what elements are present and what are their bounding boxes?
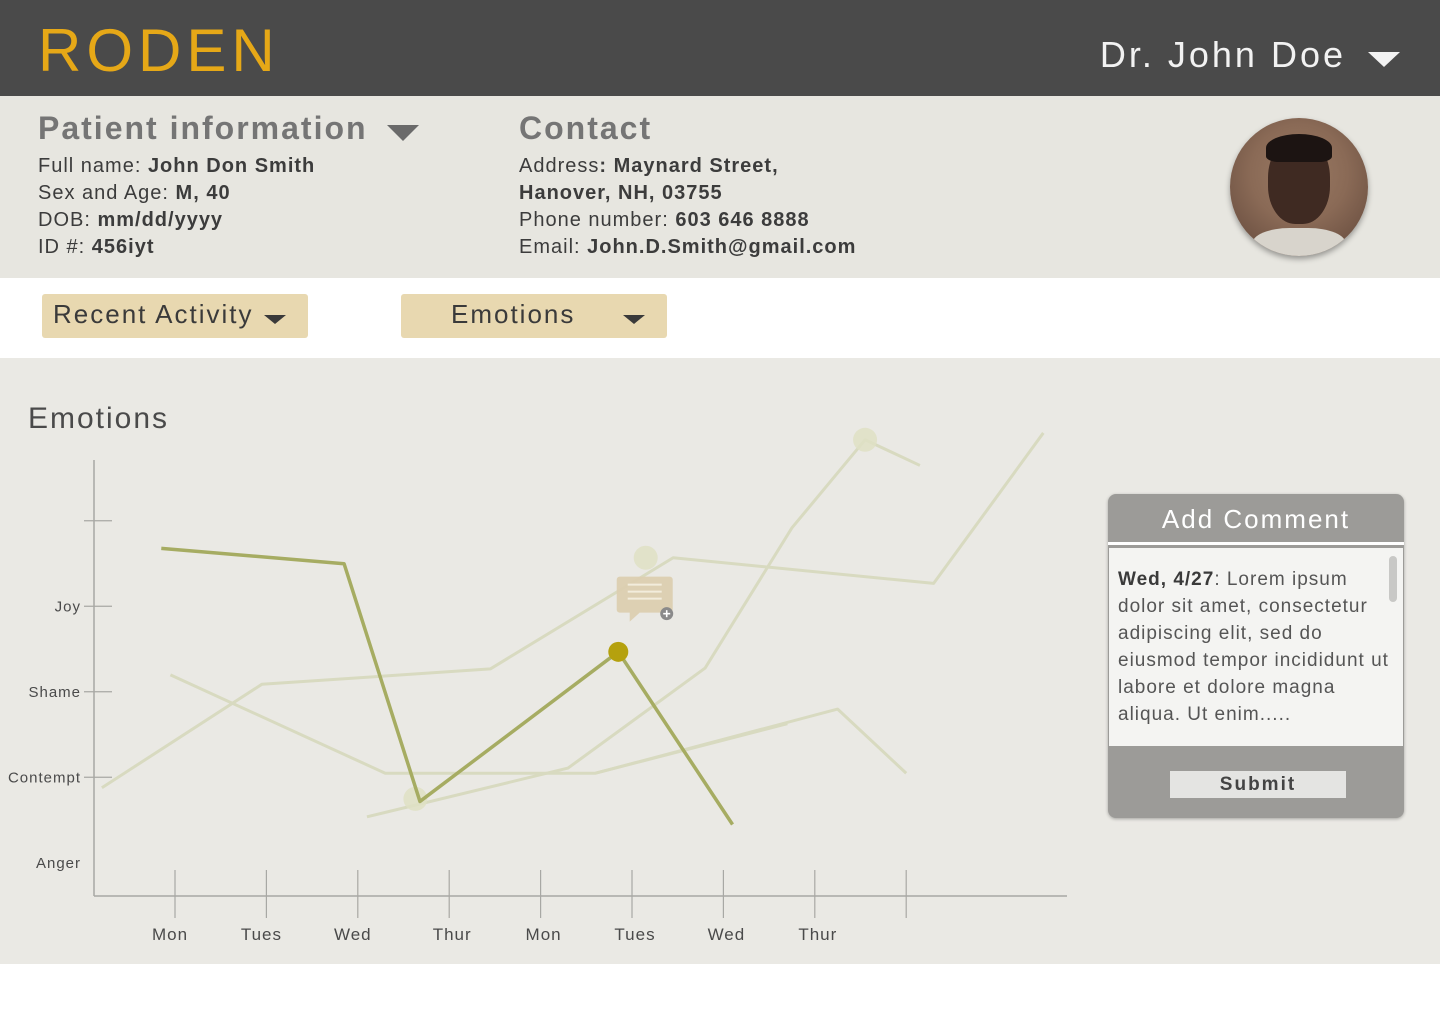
phone-label: Phone number:: [519, 209, 676, 231]
id-row: ID #: 456iyt: [38, 234, 315, 261]
email-row: Email: John.D.Smith@gmail.com: [519, 234, 856, 261]
dob-value: mm/dd/yyyy: [97, 209, 224, 231]
filter-bar: Recent Activity Emotions: [0, 278, 1440, 358]
y-label-shame: Shame: [28, 684, 81, 701]
dob-label: DOB:: [38, 209, 98, 231]
y-label-anger: Anger: [36, 855, 81, 872]
x-label: Tues: [614, 925, 655, 944]
phone-value: 603 646 8888: [675, 209, 810, 231]
id-label: ID #:: [38, 236, 92, 258]
top-bar: RODEN Dr. John Doe: [0, 0, 1440, 96]
dob-row: DOB: mm/dd/yyyy: [38, 207, 315, 234]
selected-data-point: [608, 641, 629, 662]
emotions-caret-icon: [623, 315, 645, 324]
x-label: Thur: [798, 925, 837, 944]
contact-title: Contact: [519, 110, 653, 146]
patient-info-caret-icon[interactable]: [387, 125, 419, 141]
patient-info-title: Patient information: [38, 110, 368, 146]
email-label: Email:: [519, 236, 588, 258]
sex-age-row: Sex and Age: M, 40: [38, 180, 315, 207]
emotions-chart-panel: Emotions Anger Contempt Shame Joy Mon Tues Wed…: [0, 358, 1440, 964]
id-value: 456iyt: [91, 236, 155, 258]
comment-date: Wed, 4/27: [1118, 569, 1215, 590]
address-row-2: Hanover, NH, 03755: [519, 180, 856, 207]
x-label: Wed: [708, 925, 746, 944]
full-name-value: John Don Smith: [147, 155, 316, 177]
recent-activity-caret-icon: [264, 315, 286, 324]
brand-logo[interactable]: RODEN: [38, 16, 280, 85]
x-label: Tues: [241, 925, 282, 944]
contact-details: Address: Maynard Street, Hanover, NH, 03…: [519, 153, 856, 261]
user-name[interactable]: Dr. John Doe: [1100, 34, 1346, 76]
comment-body-text: : Lorem ipsum dolor sit amet, consectetu…: [1118, 569, 1389, 725]
comment-textarea[interactable]: Wed, 4/27: Lorem ipsum dolor sit amet, c…: [1109, 548, 1403, 746]
address-line2: Hanover, NH, 03755: [519, 182, 723, 204]
x-label: Mon: [152, 925, 188, 944]
faded-point-marker: [853, 427, 878, 452]
comment-text: Wed, 4/27: Lorem ipsum dolor sit amet, c…: [1118, 566, 1390, 728]
y-label-joy: Joy: [55, 599, 81, 616]
recent-activity-label: Recent Activity: [53, 299, 254, 329]
recent-activity-dropdown[interactable]: Recent Activity: [42, 294, 308, 338]
faded-point-marker: [633, 545, 658, 570]
phone-row: Phone number: 603 646 8888: [519, 207, 856, 234]
email-value[interactable]: John.D.Smith@gmail.com: [587, 236, 856, 258]
patient-avatar: [1230, 118, 1368, 256]
full-name-row: Full name: John Don Smith: [38, 153, 315, 180]
series-line-faded: [595, 707, 908, 775]
patient-details: Full name: John Don Smith Sex and Age: M…: [38, 153, 315, 261]
add-comment-title: Add Comment: [1161, 504, 1351, 534]
emotions-dropdown[interactable]: Emotions: [401, 294, 667, 338]
sex-age-value: M, 40: [175, 182, 231, 204]
address-row: Address: Maynard Street,: [519, 153, 856, 180]
x-label: Thur: [433, 925, 472, 944]
address-label: Address: [519, 155, 600, 177]
user-menu-caret-icon[interactable]: [1368, 52, 1400, 67]
add-comment-panel: Add Comment Wed, 4/27: Lorem ipsum dolor…: [1108, 494, 1404, 818]
series-line-faded: [101, 432, 1045, 790]
avatar-hair: [1266, 134, 1332, 162]
patient-panel: Patient information Full name: John Don …: [0, 96, 1440, 278]
comment-divider: [1108, 542, 1404, 545]
sex-age-label: Sex and Age:: [38, 182, 176, 204]
emotions-line-chart: Anger Contempt Shame Joy Mon Tues Wed Thur Mon Tu…: [8, 427, 1067, 944]
comment-scrollbar[interactable]: [1389, 556, 1397, 602]
x-label: Wed: [334, 925, 372, 944]
y-label-contempt: Contempt: [8, 770, 81, 787]
emotions-dropdown-label: Emotions: [451, 299, 576, 329]
address-line1: : Maynard Street,: [599, 155, 779, 177]
submit-button[interactable]: Submit: [1170, 771, 1346, 798]
avatar-shirt: [1252, 228, 1346, 256]
x-label: Mon: [526, 925, 562, 944]
full-name-label: Full name:: [38, 155, 148, 177]
